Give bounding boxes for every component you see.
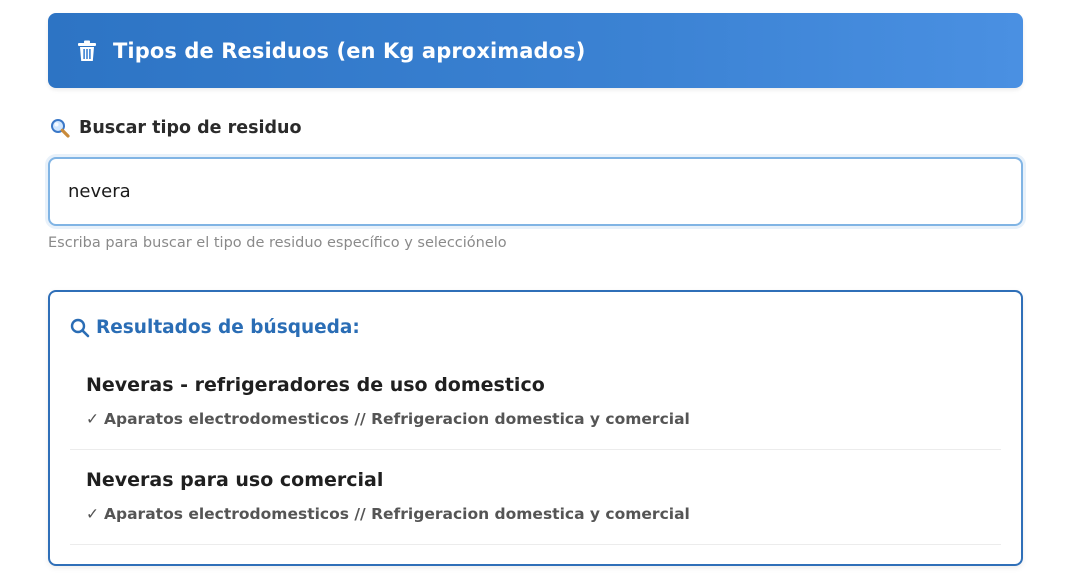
result-category-text: Aparatos electrodomesticos // Refrigerac… [104, 505, 690, 523]
result-name: Neveras - refrigeradores de uso domestic… [86, 374, 545, 396]
result-category-text: Aparatos electrodomesticos // Refrigerac… [104, 410, 690, 428]
search-input[interactable] [48, 157, 1023, 226]
search-icon [70, 318, 90, 338]
search-results-panel: Resultados de búsqueda: Neveras - refrig… [48, 290, 1023, 566]
checkmark-icon: ✓ [86, 505, 99, 523]
result-item[interactable]: Neveras - refrigeradores de uso domestic… [70, 355, 1001, 450]
magnifier-icon [50, 118, 70, 138]
search-label-text: Buscar tipo de residuo [79, 118, 302, 138]
result-name: Neveras para uso comercial [86, 469, 384, 491]
page-title: Tipos de Residuos (en Kg aproximados) [113, 38, 586, 63]
results-title-text: Resultados de búsqueda: [96, 317, 360, 338]
result-category: ✓ Aparatos electrodomesticos // Refriger… [86, 410, 690, 428]
section-header: Tipos de Residuos (en Kg aproximados) [48, 13, 1023, 88]
search-label: Buscar tipo de residuo [50, 118, 302, 138]
result-category: ✓ Aparatos electrodomesticos // Refriger… [86, 505, 690, 523]
results-title: Resultados de búsqueda: [70, 317, 360, 338]
checkmark-icon: ✓ [86, 410, 99, 428]
result-item[interactable]: Neveras para uso comercial ✓ Aparatos el… [70, 450, 1001, 545]
trash-icon [77, 40, 97, 62]
search-helper-text: Escriba para buscar el tipo de residuo e… [48, 235, 507, 251]
